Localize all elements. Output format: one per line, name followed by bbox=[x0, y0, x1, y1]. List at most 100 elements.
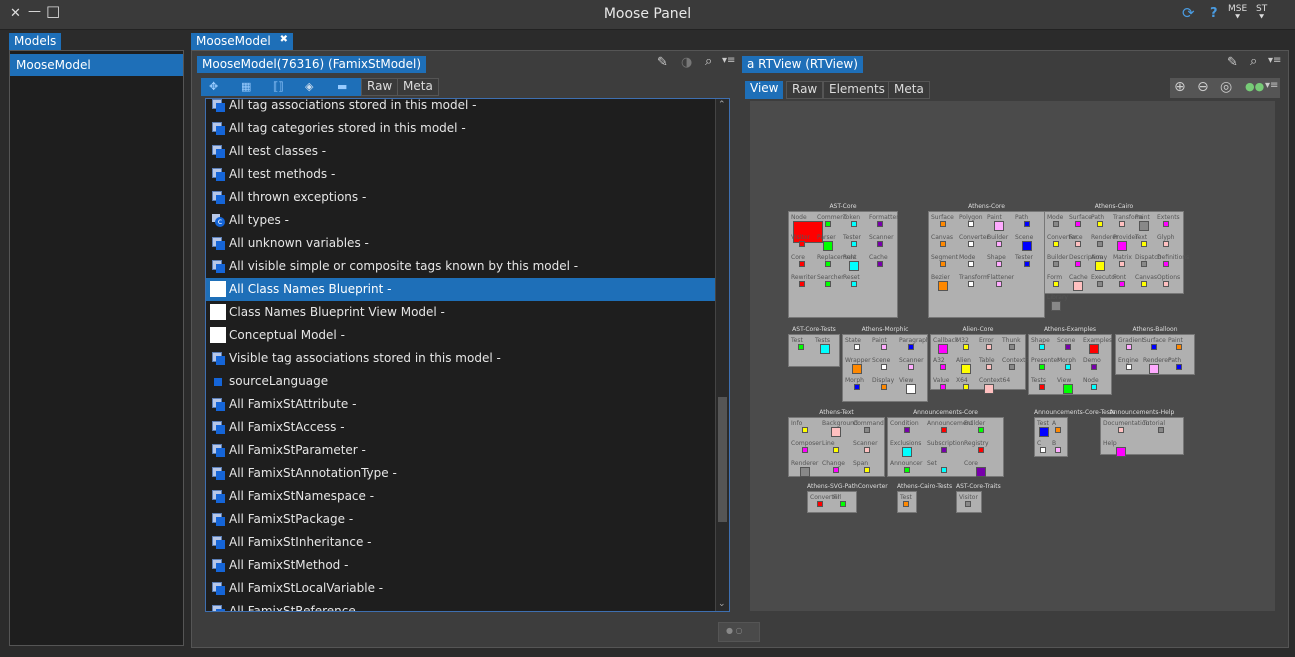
class-node[interactable] bbox=[1008, 344, 1015, 350]
class-node[interactable] bbox=[1039, 384, 1045, 390]
zoom-reset-icon[interactable]: ◎ bbox=[1220, 79, 1232, 95]
class-node[interactable] bbox=[907, 364, 914, 370]
class-node[interactable] bbox=[939, 384, 946, 390]
class-node[interactable] bbox=[1053, 241, 1059, 247]
class-node[interactable] bbox=[1039, 364, 1045, 370]
list-item[interactable]: sourceLanguage bbox=[206, 370, 729, 393]
class-node[interactable] bbox=[1053, 281, 1059, 287]
class-node[interactable] bbox=[1065, 364, 1071, 370]
list-item[interactable]: All FamixStReference - bbox=[206, 600, 729, 611]
package-box[interactable]: State Paint Paragraph Wrapper Scene Scanner Mo… bbox=[842, 334, 930, 402]
class-node[interactable] bbox=[1039, 447, 1046, 453]
list-item[interactable]: All FamixStAccess - bbox=[206, 416, 729, 439]
class-node[interactable] bbox=[799, 281, 805, 287]
list-item[interactable]: All FamixStPackage - bbox=[206, 508, 729, 531]
class-node[interactable] bbox=[1039, 344, 1045, 350]
class-node[interactable] bbox=[825, 221, 831, 227]
class-node[interactable] bbox=[823, 241, 833, 251]
splitter-handle[interactable]: ● ○ bbox=[718, 622, 760, 642]
list-item[interactable]: All test methods - bbox=[206, 163, 729, 186]
zoom-in-icon[interactable]: ⊕ bbox=[1174, 79, 1186, 95]
class-node[interactable] bbox=[940, 467, 947, 473]
list-item[interactable]: All test classes - bbox=[206, 140, 729, 163]
class-node[interactable] bbox=[1008, 364, 1015, 370]
class-node[interactable] bbox=[801, 447, 808, 453]
class-node[interactable] bbox=[1119, 221, 1125, 227]
class-node[interactable] bbox=[799, 467, 810, 477]
package-box[interactable]: Info Background Command Composer Line Scanner… bbox=[788, 417, 885, 477]
class-node[interactable] bbox=[877, 261, 883, 267]
class-node[interactable] bbox=[851, 364, 862, 374]
class-node[interactable] bbox=[853, 344, 860, 350]
list-item[interactable]: All FamixStMethod - bbox=[206, 554, 729, 577]
class-node[interactable] bbox=[962, 384, 969, 390]
class-node[interactable] bbox=[968, 221, 974, 227]
class-node[interactable] bbox=[1039, 427, 1049, 437]
st-button[interactable]: ST ⯆ bbox=[1256, 5, 1267, 23]
class-node[interactable] bbox=[1125, 364, 1132, 370]
class-node[interactable] bbox=[968, 261, 974, 267]
class-node[interactable] bbox=[853, 384, 860, 390]
class-node[interactable] bbox=[962, 344, 969, 350]
inspect-icon[interactable]: ◑ bbox=[681, 55, 692, 70]
class-node[interactable] bbox=[939, 364, 946, 370]
class-node[interactable] bbox=[1053, 221, 1059, 227]
class-node[interactable] bbox=[996, 261, 1002, 267]
help-icon[interactable]: ? bbox=[1210, 6, 1218, 21]
tab-elements[interactable]: Elements bbox=[823, 81, 891, 99]
class-node[interactable] bbox=[799, 241, 805, 247]
move-icon[interactable]: ✥ bbox=[209, 80, 218, 93]
layers-icon[interactable]: ◈ bbox=[305, 80, 313, 93]
list-item[interactable]: All FamixStNamespace - bbox=[206, 485, 729, 508]
class-node[interactable] bbox=[1117, 241, 1127, 251]
class-node[interactable] bbox=[877, 221, 883, 227]
class-node[interactable] bbox=[799, 261, 805, 267]
close-tab-icon[interactable]: ✖ bbox=[280, 34, 288, 45]
class-node[interactable] bbox=[965, 501, 971, 507]
class-node[interactable] bbox=[880, 344, 887, 350]
scroll-down-icon[interactable]: ⌄ bbox=[718, 599, 726, 609]
class-node[interactable] bbox=[1163, 241, 1169, 247]
class-node[interactable] bbox=[880, 384, 887, 390]
class-node[interactable] bbox=[968, 281, 974, 287]
tab-meta[interactable]: Meta bbox=[888, 81, 930, 99]
class-node[interactable] bbox=[1119, 261, 1125, 267]
class-node[interactable] bbox=[975, 467, 986, 477]
class-node[interactable] bbox=[1024, 221, 1030, 227]
class-node[interactable] bbox=[863, 427, 870, 433]
class-node[interactable] bbox=[1141, 241, 1147, 247]
class-node[interactable] bbox=[832, 467, 839, 473]
bracket-icon[interactable]: ⟦⟧ bbox=[273, 80, 284, 93]
rtview-canvas[interactable]: AST-Core Node Comment Token Formatter Visitor… bbox=[750, 101, 1275, 611]
class-node[interactable] bbox=[983, 384, 994, 394]
menu-icon[interactable]: ▾≡ bbox=[722, 55, 735, 66]
list-item[interactable]: All types - bbox=[206, 209, 729, 232]
class-node[interactable] bbox=[1075, 241, 1081, 247]
class-node[interactable] bbox=[1125, 344, 1132, 350]
class-node[interactable] bbox=[1075, 221, 1081, 227]
class-node[interactable] bbox=[937, 344, 948, 354]
package-box[interactable]: Visitor bbox=[956, 491, 982, 513]
scroll-up-icon[interactable]: ⌃ bbox=[718, 100, 726, 110]
list-item[interactable]: All FamixStParameter - bbox=[206, 439, 729, 462]
list-item[interactable]: Class Names Blueprint View Model - bbox=[206, 301, 729, 324]
class-node[interactable] bbox=[820, 344, 830, 354]
package-box[interactable]: Test bbox=[897, 491, 917, 513]
class-node[interactable] bbox=[940, 221, 946, 227]
class-node[interactable] bbox=[1097, 241, 1103, 247]
class-node[interactable] bbox=[1053, 261, 1059, 267]
class-node[interactable] bbox=[880, 364, 887, 370]
class-node[interactable] bbox=[798, 344, 804, 350]
tab-raw[interactable]: Raw bbox=[786, 81, 824, 99]
list-item-model[interactable]: MooseModel bbox=[10, 54, 183, 76]
class-node[interactable] bbox=[1119, 281, 1125, 287]
class-node[interactable] bbox=[940, 447, 947, 453]
class-node[interactable] bbox=[994, 221, 1004, 231]
class-node[interactable] bbox=[1095, 261, 1105, 271]
export-icon[interactable]: ✎ bbox=[657, 55, 668, 70]
package-box[interactable]: Node Comment Token Formatter Visitor Parser Te… bbox=[788, 211, 899, 318]
package-box[interactable]: Converter Fill bbox=[807, 491, 857, 513]
class-node[interactable] bbox=[985, 344, 992, 350]
class-node[interactable] bbox=[985, 364, 992, 370]
tab-view[interactable]: View bbox=[745, 81, 784, 99]
